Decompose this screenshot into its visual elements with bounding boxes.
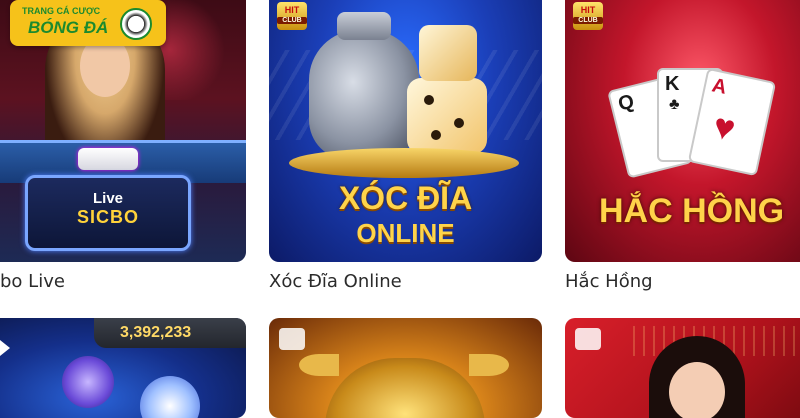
logo-line2: BÓNG ĐÁ	[28, 18, 109, 37]
badge-sub: CLUB	[277, 17, 307, 24]
game-tile-sicbo-live[interactable]: Live SICBO TRANG CÁ CƯỢC BÓNG ĐÁ	[0, 0, 246, 262]
soccer-ball-icon	[120, 8, 152, 40]
die-pip	[424, 95, 434, 105]
die-pip	[454, 118, 464, 128]
sign-line2: SICBO	[76, 207, 139, 227]
game-label-hac-hong[interactable]: Hắc Hồng	[565, 271, 653, 292]
game-tile-row2-1[interactable]: 3,392,233	[0, 318, 246, 418]
jackpot-counter: 3,392,233	[94, 318, 246, 348]
card-a-rank: A	[709, 74, 729, 99]
game-tile-row2-3[interactable]	[565, 318, 800, 418]
tri-logo-icon	[279, 328, 305, 350]
coin-icon	[140, 376, 200, 418]
dice-cluster	[78, 148, 138, 170]
club-suit-icon: ♣	[669, 96, 680, 113]
badge-sub: CLUB	[573, 17, 603, 24]
card-q-rank: Q	[616, 90, 637, 116]
game-tile-hac-hong[interactable]: Q K ♣ A ♥ HẮC HỒNG HIT CLUB	[565, 0, 800, 262]
dealer-face	[669, 362, 725, 418]
vase-neck	[337, 12, 391, 40]
golden-bull-icon	[325, 358, 485, 418]
right-horn	[469, 354, 509, 376]
game-tile-row2-2[interactable]	[269, 318, 542, 418]
game-label-xoc-dia-online[interactable]: Xóc Đĩa Online	[269, 271, 402, 292]
die-small	[419, 25, 477, 81]
hac-hong-title: HẮC HỒNG	[599, 192, 785, 230]
sign-line1: Live	[92, 190, 123, 207]
sicbo-sign: Live SICBO	[25, 175, 191, 251]
coin-icon	[62, 356, 114, 408]
xoc-dia-title-line2: ONLINE	[356, 218, 455, 248]
game-tile-xoc-dia-online[interactable]: XÓC ĐĨA ONLINE HIT CLUB	[269, 0, 542, 262]
play-triangle-icon	[0, 340, 10, 356]
die-large	[407, 78, 487, 154]
die-pip	[431, 130, 441, 140]
left-horn	[299, 354, 339, 376]
hit-club-badge-icon: HIT CLUB	[277, 2, 307, 30]
jackpot-value: 3,392,233	[120, 324, 192, 341]
logo-line1: TRANG CÁ CƯỢC	[22, 6, 101, 16]
gold-plate	[289, 148, 519, 178]
badge-top: HIT	[284, 5, 300, 15]
vase	[309, 30, 419, 160]
hit-club-badge-icon: HIT CLUB	[573, 2, 603, 30]
site-logo: TRANG CÁ CƯỢC BÓNG ĐÁ	[10, 0, 166, 46]
heart-suit-icon: ♥	[709, 104, 740, 150]
xoc-dia-title-line1: XÓC ĐĨA	[338, 180, 473, 216]
badge-top: HIT	[580, 5, 596, 15]
game-label-sicbo-live[interactable]: bo Live	[0, 271, 65, 292]
card-k-rank: K	[665, 73, 680, 95]
tri-logo-icon	[575, 328, 601, 350]
